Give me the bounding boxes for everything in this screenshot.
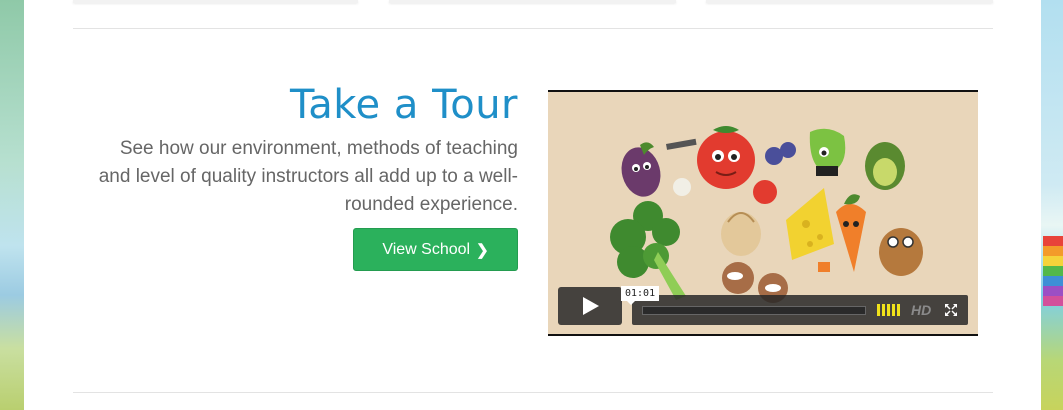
progress-bar[interactable]: [642, 306, 866, 315]
top-card: [706, 0, 993, 3]
play-icon: [583, 297, 599, 315]
section-divider: [73, 28, 993, 29]
right-background: [1041, 0, 1063, 410]
potato-character: [879, 228, 923, 276]
tour-description: See how our environment, methods of teac…: [98, 138, 518, 215]
view-school-label: View School: [382, 240, 471, 258]
top-card: [73, 0, 358, 3]
left-background: [0, 0, 24, 410]
tour-video-player[interactable]: HD 01:01: [548, 90, 978, 336]
avocado-character: [865, 142, 905, 190]
volume-icon[interactable]: [877, 304, 900, 316]
small-tomato: [753, 180, 777, 204]
carrot-slice: [818, 262, 830, 272]
section-divider: [73, 392, 993, 393]
content-panel: Take a Tour See how our environment, met…: [24, 0, 1041, 410]
onion-character: [721, 212, 761, 256]
view-school-button[interactable]: View School ❯: [353, 228, 518, 271]
fullscreen-icon[interactable]: [944, 303, 958, 317]
chevron-right-icon: ❯: [476, 241, 489, 259]
hd-toggle[interactable]: HD: [911, 302, 931, 318]
top-card: [389, 0, 676, 3]
blueberry: [780, 142, 796, 158]
timecode-tooltip: 01:01: [621, 286, 660, 305]
rainbow-decoration: [1043, 236, 1063, 306]
video-controls-bar: HD: [632, 295, 968, 325]
play-button[interactable]: [558, 287, 622, 325]
garlic: [673, 178, 691, 196]
tour-title: Take a Tour: [289, 82, 518, 128]
